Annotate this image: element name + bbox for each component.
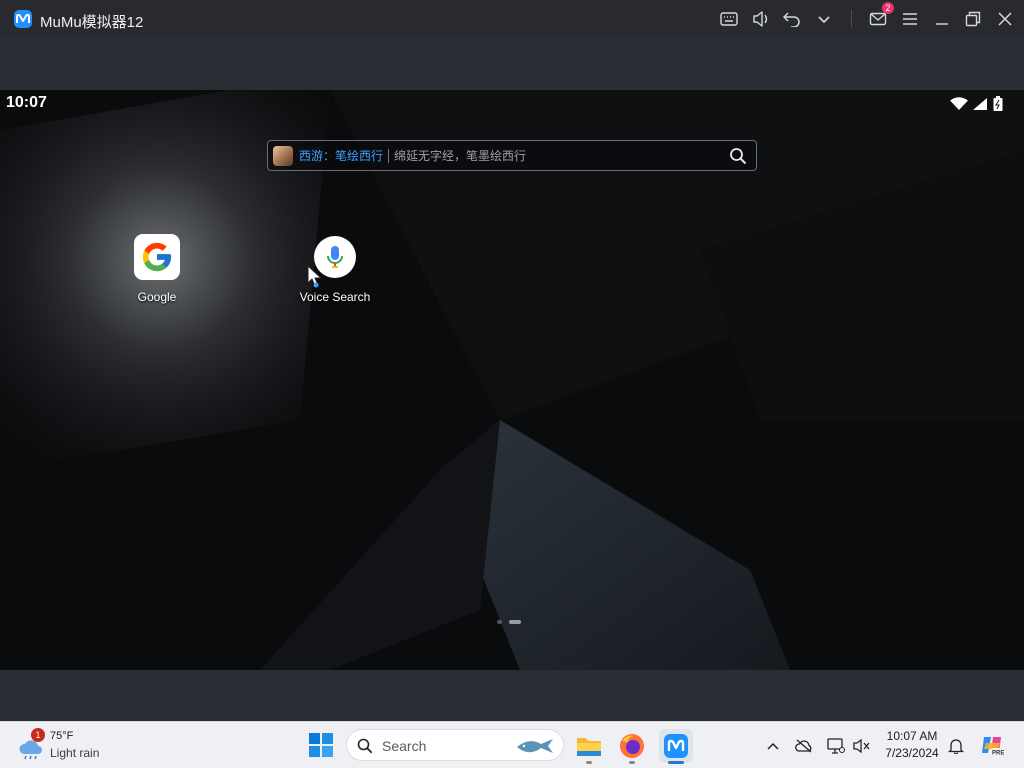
search-widget[interactable]: 西游：笔绘西行 绵延无字经，笔墨绘西行 <box>267 140 757 171</box>
copilot-icon[interactable]: PRE <box>980 733 1004 757</box>
toolbar-divider <box>851 10 852 27</box>
search-icon <box>357 738 373 759</box>
active-indicator <box>668 761 684 764</box>
wallpaper <box>0 90 1024 670</box>
clock-date[interactable]: 7/23/2024 <box>880 746 944 760</box>
firefox-icon[interactable] <box>615 729 649 764</box>
display-icon[interactable] <box>827 737 845 755</box>
weather-badge: 1 <box>31 728 45 742</box>
windows-taskbar: 1 75°F Light rain Search 10:07 AM 7/23/2… <box>0 721 1024 768</box>
start-button[interactable] <box>309 733 333 762</box>
weather-desc: Light rain <box>50 746 100 760</box>
signal-icon <box>972 97 988 116</box>
battery-icon <box>992 96 1004 117</box>
google-g-icon <box>134 234 180 280</box>
emulator-bottom-strip <box>0 670 1024 721</box>
chevron-down-icon[interactable] <box>814 9 834 29</box>
volume-muted-icon[interactable] <box>853 737 871 755</box>
mumu-icon[interactable] <box>659 729 693 764</box>
minimize-icon[interactable] <box>932 9 952 29</box>
cloud-rain-icon <box>18 740 44 765</box>
search-placeholder: Search <box>382 738 427 754</box>
page-dot <box>497 620 502 624</box>
running-indicator <box>586 761 592 764</box>
emulator-top-strip <box>0 37 1024 90</box>
page-dot-active <box>509 620 521 624</box>
title-bar: MuMu模拟器12 2 <box>0 0 1024 37</box>
search-widget-title[interactable]: 西游：笔绘西行 <box>299 147 383 164</box>
page-indicator <box>497 620 521 624</box>
svg-text:PRE: PRE <box>992 751 1004 757</box>
chevron-up-icon[interactable] <box>764 737 782 755</box>
search-widget-subtitle: 绵延无字经，笔墨绘西行 <box>394 149 527 163</box>
android-screen[interactable]: 10:07 西游：笔绘西行 绵延无字经，笔墨绘西行 Google Voice S… <box>0 90 1024 670</box>
restore-icon[interactable] <box>963 9 983 29</box>
game-avatar-icon <box>273 145 293 166</box>
file-explorer-icon[interactable] <box>572 729 606 764</box>
close-icon[interactable] <box>995 9 1015 29</box>
weather-widget[interactable]: 1 75°F Light rain <box>16 728 116 764</box>
weather-temp: 75°F <box>50 730 74 742</box>
search-highlight-icon <box>515 735 555 762</box>
clock-time[interactable]: 10:07 AM <box>880 729 944 743</box>
keyboard-icon[interactable] <box>719 9 739 29</box>
mail-badge: 2 <box>882 2 894 14</box>
notification-bell-icon[interactable] <box>947 737 965 755</box>
mumu-logo-icon <box>14 10 32 28</box>
app-google[interactable]: Google <box>117 234 197 304</box>
running-indicator <box>629 761 635 764</box>
taskbar-search[interactable]: Search <box>346 729 564 761</box>
search-icon[interactable] <box>729 147 747 170</box>
back-icon[interactable] <box>782 9 802 29</box>
status-time: 10:07 <box>6 94 47 111</box>
window-title: MuMu模拟器12 <box>40 14 144 31</box>
menu-icon[interactable] <box>900 9 920 29</box>
search-widget-divider <box>388 148 390 163</box>
status-icons <box>950 96 1004 117</box>
volume-icon[interactable] <box>751 9 771 29</box>
app-label: Google <box>137 290 177 304</box>
wifi-icon <box>950 97 968 116</box>
cloud-offline-icon[interactable] <box>795 737 813 755</box>
mouse-cursor-icon <box>307 264 323 294</box>
